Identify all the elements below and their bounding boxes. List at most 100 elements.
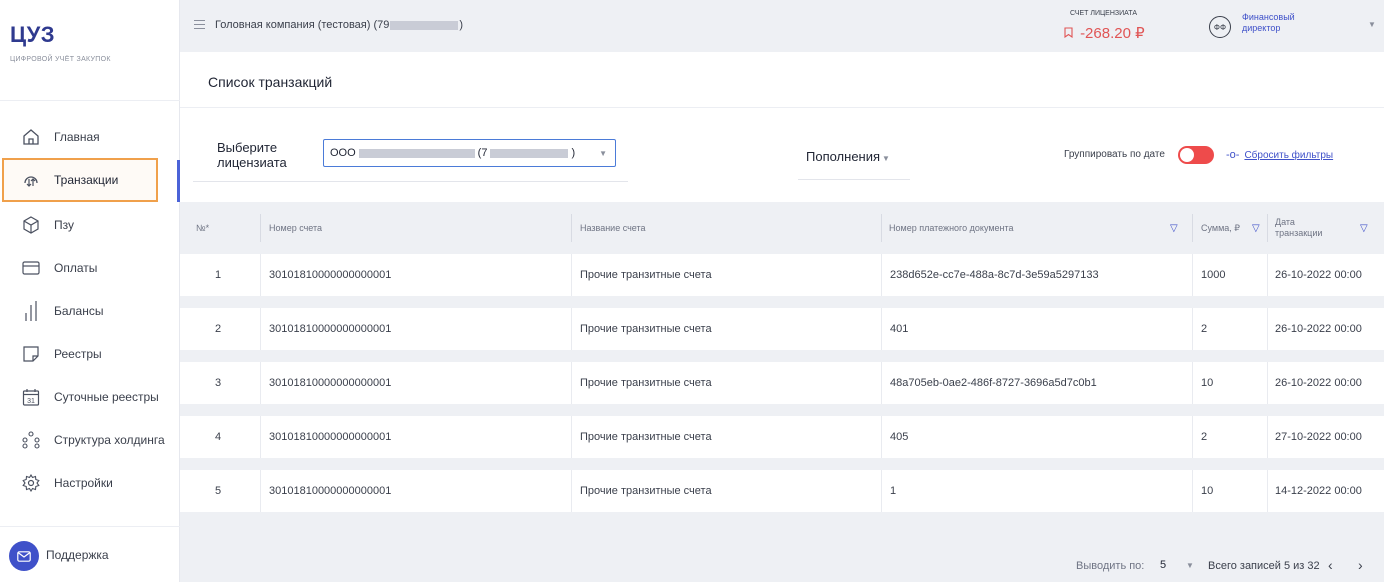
filter-icon[interactable]: ▽: [1360, 223, 1368, 234]
licensee-value-suffix: ): [571, 147, 576, 159]
cell-account-name: Прочие транзитные счета: [571, 362, 881, 404]
table-header: №* Номер счета Название счета Номер плат…: [180, 202, 1384, 254]
table-row[interactable]: 1 30101810000000000001 Прочие транзитные с…: [180, 254, 1384, 296]
bars-icon: [20, 300, 42, 322]
chevron-down-icon[interactable]: ▼: [1186, 561, 1194, 570]
logo[interactable]: ЦУЗ: [10, 22, 55, 48]
table-row[interactable]: 2 30101810000000000001 Прочие транзитные с…: [180, 308, 1384, 350]
sidebar-item-label: Реестры: [54, 347, 102, 361]
cell-sum: 10: [1192, 470, 1266, 512]
table-row[interactable]: 4 30101810000000000001 Прочие транзитные с…: [180, 416, 1384, 458]
licensee-label: Выберите лицензиата: [217, 140, 287, 170]
cell-document: 405: [881, 416, 1191, 458]
table-row[interactable]: 5 30101810000000000001 Прочие транзитные с…: [180, 470, 1384, 512]
svg-text:31: 31: [27, 398, 35, 405]
account-balance-value: -268.20 ₽: [1080, 25, 1145, 42]
sidebar-item-home[interactable]: Главная: [0, 117, 180, 157]
cell-date: 26-10-2022 00:00: [1267, 254, 1384, 296]
cell-number: 2: [215, 323, 222, 335]
cell-number: 1: [215, 269, 222, 281]
cell-account: 30101810000000000001: [260, 416, 570, 458]
transaction-type-select[interactable]: Пополнения ▼: [798, 140, 910, 180]
cell-account: 30101810000000000001: [260, 470, 570, 512]
top-bar: Головная компания (тестовая) (79) СЧЕТ Л…: [180, 0, 1384, 52]
filter-icon[interactable]: ▽: [1252, 223, 1260, 234]
column-header-document[interactable]: Номер платежного документа ▽: [881, 202, 1191, 254]
filter-icon[interactable]: ▽: [1170, 223, 1178, 234]
cell-account: 30101810000000000001: [260, 362, 570, 404]
column-header-account-name[interactable]: Название счета: [571, 202, 881, 254]
cell-account-name: Прочие транзитные счета: [571, 308, 881, 350]
licensee-value-mid: (7: [477, 147, 488, 159]
column-header-date[interactable]: Дата транзакции ▽: [1267, 202, 1377, 254]
sidebar-item-label: Пзу: [54, 218, 74, 232]
per-page-select[interactable]: 5: [1160, 559, 1166, 571]
reset-filters-link[interactable]: -o- Сбросить фильтры: [1226, 149, 1333, 161]
cell-account-name: Прочие транзитные счета: [571, 254, 881, 296]
filter-reset-icon: -o-: [1226, 149, 1240, 161]
licensee-select[interactable]: ООО (7 ) ▼: [323, 139, 616, 167]
mail-icon: [9, 541, 39, 571]
per-page-label: Выводить по:: [1076, 560, 1145, 572]
cell-date: 26-10-2022 00:00: [1267, 308, 1384, 350]
column-header-number[interactable]: №*: [196, 202, 256, 254]
group-by-date-label: Группировать по дате: [1064, 149, 1165, 160]
avatar[interactable]: ФФ: [1209, 16, 1231, 38]
account-balance: -268.20 ₽: [1064, 24, 1145, 42]
redacted-mask: [390, 20, 459, 30]
cell-document: 48a705eb-0ae2-486f-8727-3696a5d7c0b1: [881, 362, 1191, 404]
chevron-down-icon: ▼: [882, 154, 890, 163]
page-title: Список транзакций: [208, 74, 333, 90]
cell-account-name: Прочие транзитные счета: [571, 416, 881, 458]
user-role[interactable]: Финансовый директор: [1242, 12, 1332, 34]
group-by-date-toggle[interactable]: [1178, 146, 1214, 164]
account-label: СЧЕТ ЛИЦЕНЗИАТА: [1070, 10, 1137, 17]
sidebar-item-settings[interactable]: Настройки: [0, 463, 180, 503]
sidebar-item-pzu[interactable]: Пзу: [0, 205, 180, 245]
filters-panel: Список транзакций Выберите лицензиата ОО…: [180, 52, 1384, 202]
document-icon: [20, 343, 42, 365]
cell-sum: 10: [1192, 362, 1266, 404]
cell-number: 3: [215, 377, 222, 389]
cell-document: 238d652e-cc7e-488a-8c7d-3e59a5297133: [881, 254, 1191, 296]
calendar-icon: 31: [20, 386, 42, 408]
home-icon: [20, 126, 42, 148]
sidebar-item-label: Оплаты: [54, 261, 98, 275]
sidebar-item-holding-structure[interactable]: Структура холдинга: [0, 420, 180, 460]
total-records: Всего записей 5 из 32: [1208, 560, 1320, 572]
sidebar-item-registries[interactable]: Реестры: [0, 334, 180, 374]
previous-page-icon[interactable]: ‹: [1328, 557, 1333, 573]
sidebar-item-transactions[interactable]: Транзакции: [0, 160, 180, 200]
sidebar: ЦУЗ цифровой учёт закупок Главная Транза…: [0, 0, 180, 582]
cell-document: 401: [881, 308, 1191, 350]
sidebar-item-balances[interactable]: Балансы: [0, 291, 180, 331]
chevron-down-icon[interactable]: ▼: [1368, 20, 1376, 29]
company-selector[interactable]: Головная компания (тестовая) (79): [215, 19, 463, 31]
sidebar-item-label: Структура холдинга: [54, 433, 165, 447]
chevron-down-icon: ▼: [599, 149, 607, 158]
next-page-icon[interactable]: ›: [1358, 557, 1363, 573]
menu-icon[interactable]: [194, 20, 205, 30]
redacted-mask: [490, 148, 569, 158]
sidebar-item-payments[interactable]: Оплаты: [0, 248, 180, 288]
licensee-value: ООО: [330, 147, 356, 159]
cell-number: 5: [215, 485, 222, 497]
cell-account-name: Прочие транзитные счета: [571, 470, 881, 512]
support-button[interactable]: Поддержка: [0, 526, 180, 582]
table-row[interactable]: 3 30101810000000000001 Прочие транзитные с…: [180, 362, 1384, 404]
cell-number: 4: [215, 431, 222, 443]
divider: [0, 100, 180, 101]
sidebar-item-label: Главная: [54, 130, 100, 144]
cell-sum: 2: [1192, 308, 1266, 350]
gear-icon: [20, 472, 42, 494]
divider: [180, 107, 1384, 108]
sidebar-item-label: Транзакции: [54, 173, 119, 187]
sidebar-item-daily-registries[interactable]: 31 Суточные реестры: [0, 377, 180, 417]
column-header-account[interactable]: Номер счета: [260, 202, 570, 254]
bookmark-icon: [1064, 27, 1076, 41]
cell-sum: 2: [1192, 416, 1266, 458]
cell-account: 30101810000000000001: [260, 308, 570, 350]
cell-date: 27-10-2022 00:00: [1267, 416, 1384, 458]
column-header-sum[interactable]: Сумма, ₽ ▽: [1192, 202, 1266, 254]
sidebar-item-label: Балансы: [54, 304, 104, 318]
